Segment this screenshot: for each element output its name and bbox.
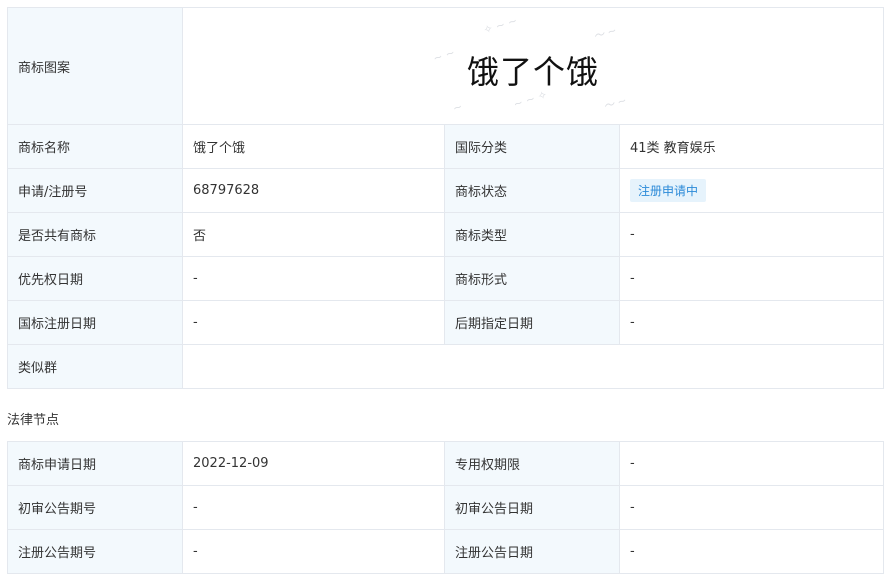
intl-class-label: 国际分类 [444, 124, 620, 169]
prelim-issue-no-label: 初审公告期号 [7, 485, 183, 530]
reg-no-label: 申请/注册号 [7, 168, 183, 213]
form-value: - [618, 256, 885, 301]
watermark-mark: ～ ~ [601, 93, 629, 113]
table-row: 国标注册日期 - 后期指定日期 - [7, 300, 885, 345]
table-row: 注册公告期号 - 注册公告日期 - [7, 529, 884, 574]
intl-class-value: 41类 教育娱乐 [618, 124, 885, 169]
trademark-image-cell: ✧ ~ ~ ～ ~ ~ ~ ~ ~ ✧ ～ ~ ~ 饿了个饿 [181, 7, 885, 125]
trademark-info-table: 商标图案 ✧ ~ ~ ～ ~ ~ ~ ~ ~ ✧ ～ ~ ~ 饿了个饿 商标名称… [7, 7, 885, 389]
prelim-date-label: 初审公告日期 [444, 485, 620, 530]
status-cell: 注册申请中 [618, 168, 885, 213]
trademark-image-label: 商标图案 [7, 7, 183, 125]
status-label: 商标状态 [444, 168, 620, 213]
table-row: 类似群 [7, 344, 885, 389]
watermark-mark: ✧ ~ ~ [481, 13, 519, 37]
reg-issue-no-value: - [182, 529, 445, 574]
table-row: 商标申请日期 2022-12-09 专用权期限 - [7, 441, 884, 486]
similar-group-label: 类似群 [7, 344, 183, 389]
legal-nodes-table: 商标申请日期 2022-12-09 专用权期限 - 初审公告期号 - 初审公告日… [7, 441, 884, 574]
table-row: 商标名称 饿了个饿 国际分类 41类 教育娱乐 [7, 124, 885, 169]
watermark-mark: ~ [451, 99, 465, 115]
reg-date-label: 注册公告日期 [444, 529, 620, 574]
form-label: 商标形式 [444, 256, 620, 301]
priority-value: - [182, 256, 445, 301]
reg-no-value: 68797628 [182, 168, 445, 213]
type-label: 商标类型 [444, 212, 620, 257]
apply-date-label: 商标申请日期 [7, 441, 183, 486]
similar-group-value [181, 344, 885, 389]
table-row: 申请/注册号 68797628 商标状态 注册申请中 [7, 168, 885, 213]
watermark-mark: ～ ~ [591, 23, 619, 43]
trademark-image-text: 饿了个饿 [467, 52, 600, 91]
intl-reg-date-value: - [182, 300, 445, 345]
status-badge: 注册申请中 [630, 179, 707, 202]
section-title-legal: 法律节点 [7, 413, 60, 428]
name-label: 商标名称 [7, 124, 183, 169]
exclusive-term-value: - [619, 441, 884, 486]
shared-label: 是否共有商标 [7, 212, 183, 257]
type-value: - [618, 212, 885, 257]
prelim-date-value: - [619, 485, 884, 530]
trademark-image-row: 商标图案 ✧ ~ ~ ～ ~ ~ ~ ~ ~ ✧ ～ ~ ~ 饿了个饿 [7, 7, 885, 125]
intl-reg-date-label: 国标注册日期 [7, 300, 183, 345]
priority-label: 优先权日期 [7, 256, 183, 301]
name-value: 饿了个饿 [182, 124, 445, 169]
table-row: 优先权日期 - 商标形式 - [7, 256, 885, 301]
shared-value: 否 [182, 212, 445, 257]
reg-issue-no-label: 注册公告期号 [7, 529, 183, 574]
table-row: 是否共有商标 否 商标类型 - [7, 212, 885, 257]
table-row: 初审公告期号 - 初审公告日期 - [7, 485, 884, 530]
later-designation-label: 后期指定日期 [444, 300, 620, 345]
later-designation-value: - [618, 300, 885, 345]
exclusive-term-label: 专用权期限 [444, 441, 620, 486]
prelim-issue-no-value: - [182, 485, 445, 530]
apply-date-value: 2022-12-09 [182, 441, 445, 486]
trademark-image[interactable]: ✧ ~ ~ ～ ~ ~ ~ ~ ~ ✧ ～ ~ ~ 饿了个饿 [184, 9, 883, 124]
reg-date-value: - [619, 529, 884, 574]
